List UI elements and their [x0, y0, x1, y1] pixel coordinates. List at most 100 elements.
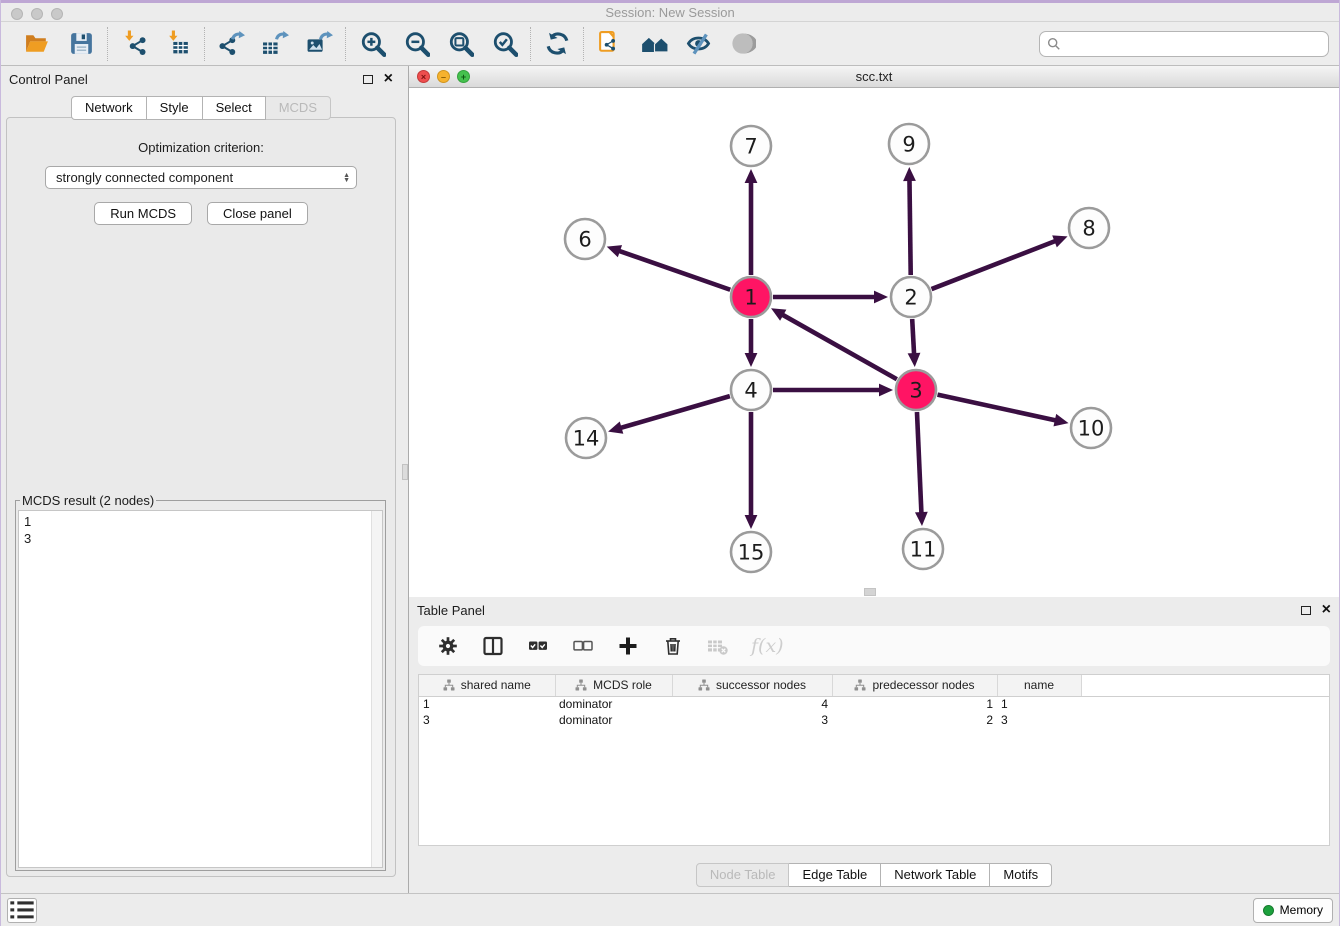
import-table-button[interactable] [161, 28, 195, 60]
horizontal-splitter-handle[interactable] [864, 588, 876, 596]
edge-3-11[interactable] [917, 412, 921, 514]
search-box[interactable] [1039, 31, 1329, 57]
close-panel-icon[interactable]: × [384, 74, 393, 84]
network-window-titlebar[interactable]: × – + scc.txt [409, 66, 1339, 88]
refresh-layout-button[interactable] [540, 28, 574, 60]
window-close-button[interactable] [11, 8, 23, 20]
save-session-button[interactable] [64, 28, 98, 60]
graph-node-label: 2 [904, 286, 917, 310]
copy-style-button[interactable] [593, 28, 627, 60]
settings-button[interactable] [436, 634, 460, 658]
edge-2-9[interactable] [909, 179, 910, 275]
column-header-filler [1081, 675, 1329, 696]
float-table-panel-icon[interactable] [1301, 606, 1311, 615]
edge-arrowhead [903, 167, 916, 181]
edge-3-10[interactable] [937, 395, 1056, 421]
search-wrap [1039, 31, 1329, 57]
tab-mcds[interactable]: MCDS [266, 96, 331, 120]
network-maximize-button[interactable]: + [457, 70, 470, 83]
result-scrollbar[interactable] [371, 511, 382, 867]
edge-arrowhead [915, 512, 928, 526]
tab-motifs[interactable]: Motifs [990, 863, 1052, 887]
network-graph[interactable]: 1234678910111415 [409, 88, 1333, 592]
network-minimize-button[interactable]: – [437, 70, 450, 83]
network-close-button[interactable]: × [417, 70, 430, 83]
open-session-button[interactable] [20, 28, 54, 60]
cell-name[interactable]: 3 [997, 712, 1081, 728]
vertical-splitter[interactable] [401, 66, 409, 893]
memory-button[interactable]: Memory [1253, 898, 1333, 923]
mcds-panel: Optimization criterion: strongly connect… [6, 117, 396, 877]
cell-shared-name[interactable]: 3 [419, 712, 555, 728]
window-minimize-button[interactable] [31, 8, 43, 20]
delete-row-button[interactable] [661, 634, 685, 658]
export-network-button[interactable] [214, 28, 248, 60]
cell-predecessor-nodes[interactable]: 1 [832, 696, 997, 712]
vertical-splitter-handle[interactable] [402, 464, 408, 480]
column-header-MCDS-role[interactable]: MCDS role [555, 675, 672, 696]
column-header-successor-nodes[interactable]: successor nodes [672, 675, 832, 696]
tab-select[interactable]: Select [203, 96, 266, 120]
add-row-button[interactable] [616, 634, 640, 658]
add-row-icon [618, 636, 638, 656]
edge-4-14[interactable] [620, 396, 730, 428]
export-table-button[interactable] [258, 28, 292, 60]
cell-successor-nodes[interactable]: 3 [672, 712, 832, 728]
window-traffic-lights[interactable] [11, 8, 63, 20]
edge-1-6[interactable] [618, 251, 730, 290]
tab-network-table[interactable]: Network Table [881, 863, 990, 887]
memory-label: Memory [1280, 903, 1323, 917]
column-header-shared-name[interactable]: shared name [419, 675, 555, 696]
table-row[interactable]: 1dominator411 [419, 696, 1329, 712]
column-header-name[interactable]: name [997, 675, 1081, 696]
zoom-fit-button[interactable] [443, 28, 477, 60]
cell-MCDS-role[interactable]: dominator [555, 712, 672, 728]
columns-button[interactable] [481, 634, 505, 658]
edge-arrowhead [874, 291, 888, 304]
cell-MCDS-role[interactable]: dominator [555, 696, 672, 712]
cell-name[interactable]: 1 [997, 696, 1081, 712]
window-titlebar: Session: New Session [1, 0, 1339, 22]
tab-edge-table[interactable]: Edge Table [789, 863, 881, 887]
close-panel-button[interactable]: Close panel [207, 202, 308, 225]
show-view-button[interactable] [725, 28, 759, 60]
edge-2-8[interactable] [932, 241, 1057, 289]
graph-node-label: 11 [910, 538, 937, 562]
node-table-wrap: shared nameMCDS rolesuccessor nodesprede… [418, 674, 1330, 846]
cell-shared-name[interactable]: 1 [419, 696, 555, 712]
edge-3-1[interactable] [781, 314, 896, 379]
zoom-selected-button[interactable] [487, 28, 521, 60]
hide-view-button[interactable] [681, 28, 715, 60]
delete-table-icon [708, 636, 728, 656]
cell-predecessor-nodes[interactable]: 2 [832, 712, 997, 728]
tab-node-table[interactable]: Node Table [696, 863, 790, 887]
deselect-all-icon [573, 636, 593, 656]
close-table-panel-icon[interactable]: × [1322, 605, 1331, 615]
home-button[interactable] [637, 28, 671, 60]
window-title: Session: New Session [605, 5, 734, 20]
cell-successor-nodes[interactable]: 4 [672, 696, 832, 712]
zoom-in-button[interactable] [355, 28, 389, 60]
import-network-button[interactable] [117, 28, 151, 60]
mcds-result-list[interactable]: 13 [18, 510, 383, 868]
graph-node-label: 6 [578, 228, 591, 252]
zoom-out-button[interactable] [399, 28, 433, 60]
tab-style[interactable]: Style [147, 96, 203, 120]
node-table[interactable]: shared nameMCDS rolesuccessor nodesprede… [419, 675, 1329, 728]
toolbar-group-3 [346, 28, 530, 60]
deselect-all-button[interactable] [571, 634, 595, 658]
table-row[interactable]: 3dominator323 [419, 712, 1329, 728]
export-image-button[interactable] [302, 28, 336, 60]
search-input[interactable] [1066, 36, 1321, 51]
task-history-button[interactable] [7, 898, 37, 923]
network-canvas[interactable]: 1234678910111415 [409, 88, 1339, 592]
run-mcds-button[interactable]: Run MCDS [94, 202, 192, 225]
edge-2-3[interactable] [912, 319, 914, 355]
optimization-criterion-select[interactable]: strongly connected component ▲▼ [45, 166, 357, 189]
select-all-button[interactable] [526, 634, 550, 658]
show-view-icon [729, 30, 756, 57]
column-header-predecessor-nodes[interactable]: predecessor nodes [832, 675, 997, 696]
float-panel-icon[interactable] [363, 75, 373, 84]
tab-network[interactable]: Network [71, 96, 147, 120]
window-zoom-button[interactable] [51, 8, 63, 20]
